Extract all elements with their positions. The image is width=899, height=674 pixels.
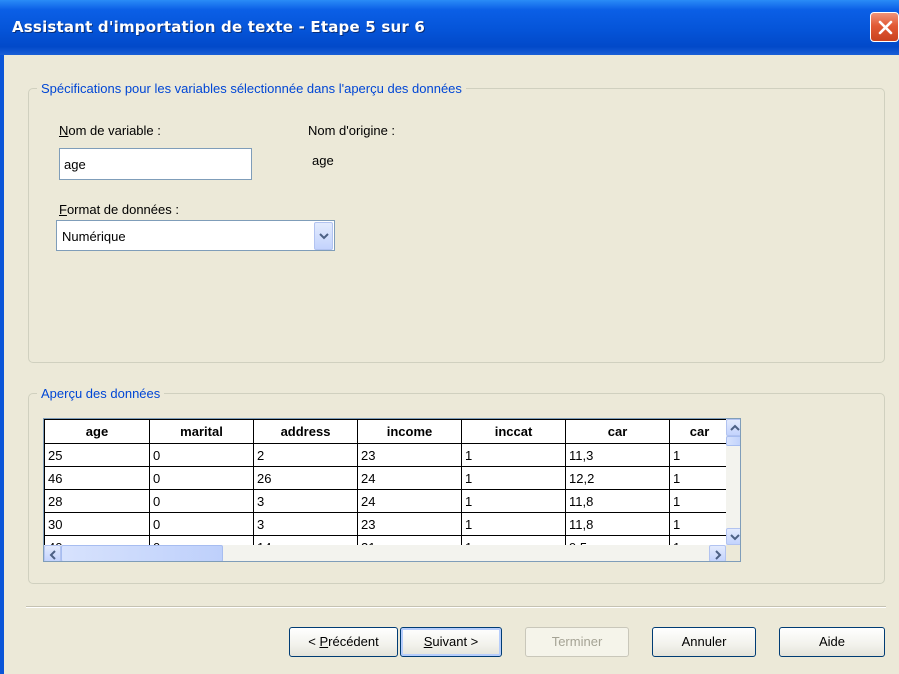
scroll-down-button[interactable] bbox=[726, 528, 740, 545]
table-cell[interactable]: 1 bbox=[461, 466, 566, 490]
table-row: 46 0 26 24 1 12,2 1 bbox=[44, 466, 730, 490]
table-cell[interactable]: 0 bbox=[149, 466, 254, 490]
orig-name-label: Nom d'origine : bbox=[308, 123, 396, 138]
orig-name-value: age bbox=[312, 153, 334, 168]
var-name-label: Nom de variable : bbox=[59, 123, 161, 138]
var-name-label-text: om de variable : bbox=[68, 123, 161, 138]
preview-group-legend: Aperçu des données bbox=[37, 386, 165, 401]
table-cell[interactable]: 12,2 bbox=[565, 466, 670, 490]
table-cell[interactable]: 1 bbox=[669, 466, 730, 490]
table-cell[interactable]: 23 bbox=[357, 443, 462, 467]
format-label-mnemonic: F bbox=[59, 202, 67, 217]
finish-button[interactable]: Terminer bbox=[525, 627, 629, 657]
previous-button[interactable]: < Précédent bbox=[289, 627, 398, 657]
table-cell[interactable]: 2 bbox=[253, 443, 358, 467]
scroll-right-button[interactable] bbox=[709, 545, 726, 561]
vertical-scrollbar[interactable] bbox=[726, 419, 740, 545]
import-wizard-window: Assistant d'importation de texte - Etape… bbox=[0, 0, 899, 674]
scrollbar-corner bbox=[726, 545, 740, 561]
help-button[interactable]: Aide bbox=[779, 627, 885, 657]
previous-label: récédent bbox=[328, 634, 379, 649]
column-header[interactable]: marital bbox=[149, 419, 254, 444]
table-cell[interactable]: 11,8 bbox=[565, 489, 670, 513]
table-cell[interactable]: 30 bbox=[44, 512, 150, 536]
preview-table: age marital address income inccat car ca… bbox=[44, 419, 730, 559]
table-row: 28 0 3 24 1 11,8 1 bbox=[44, 489, 730, 513]
preview-header-row: age marital address income inccat car ca… bbox=[44, 419, 730, 444]
arrow-left-icon bbox=[49, 550, 56, 560]
column-header[interactable]: car bbox=[565, 419, 670, 444]
footer-separator bbox=[26, 606, 886, 608]
close-icon bbox=[878, 20, 893, 35]
column-header[interactable]: age bbox=[44, 419, 150, 444]
vertical-scroll-thumb[interactable] bbox=[726, 436, 740, 446]
dialog-client-area: Spécifications pour les variables sélect… bbox=[4, 55, 899, 674]
table-cell[interactable]: 1 bbox=[669, 512, 730, 536]
close-button[interactable] bbox=[870, 12, 899, 42]
format-select[interactable]: Numérique bbox=[56, 220, 335, 251]
next-label: uivant > bbox=[432, 634, 479, 649]
table-cell[interactable]: 11,3 bbox=[565, 443, 670, 467]
arrow-right-icon bbox=[715, 550, 722, 560]
scroll-up-button[interactable] bbox=[726, 419, 740, 436]
table-cell[interactable]: 1 bbox=[461, 443, 566, 467]
data-preview-grid[interactable]: age marital address income inccat car ca… bbox=[43, 418, 741, 562]
var-name-value: age bbox=[64, 157, 86, 172]
format-dropdown-button[interactable] bbox=[314, 222, 333, 250]
previous-mnemonic: P bbox=[319, 634, 329, 649]
scroll-left-button[interactable] bbox=[44, 545, 61, 561]
table-cell[interactable]: 3 bbox=[253, 512, 358, 536]
next-button[interactable]: Suivant > bbox=[400, 627, 502, 657]
arrow-up-icon bbox=[730, 424, 740, 431]
table-cell[interactable]: 1 bbox=[461, 489, 566, 513]
specs-group-legend: Spécifications pour les variables sélect… bbox=[37, 81, 466, 96]
table-cell[interactable]: 26 bbox=[253, 466, 358, 490]
format-select-value: Numérique bbox=[62, 229, 126, 244]
column-header[interactable]: income bbox=[357, 419, 462, 444]
table-cell[interactable]: 0 bbox=[149, 443, 254, 467]
var-name-input[interactable]: age bbox=[59, 148, 252, 180]
var-name-label-mnemonic: N bbox=[59, 123, 69, 138]
cancel-button[interactable]: Annuler bbox=[652, 627, 756, 657]
table-cell[interactable]: 28 bbox=[44, 489, 150, 513]
format-label-text: ormat de données : bbox=[66, 202, 179, 217]
preview-group: Aperçu des données age marital address i… bbox=[28, 386, 885, 584]
column-header[interactable]: inccat bbox=[461, 419, 566, 444]
table-row: 25 0 2 23 1 11,3 1 bbox=[44, 443, 730, 467]
table-cell[interactable]: 24 bbox=[357, 466, 462, 490]
table-cell[interactable]: 1 bbox=[461, 512, 566, 536]
title-bar[interactable]: Assistant d'importation de texte - Etape… bbox=[0, 0, 899, 55]
arrow-down-icon bbox=[730, 534, 740, 541]
table-cell[interactable]: 3 bbox=[253, 489, 358, 513]
table-cell[interactable]: 23 bbox=[357, 512, 462, 536]
table-cell[interactable]: 24 bbox=[357, 489, 462, 513]
column-header[interactable]: car bbox=[669, 419, 730, 444]
table-cell[interactable]: 25 bbox=[44, 443, 150, 467]
table-cell[interactable]: 1 bbox=[669, 443, 730, 467]
horizontal-scroll-thumb[interactable] bbox=[61, 545, 223, 561]
table-cell[interactable]: 1 bbox=[669, 489, 730, 513]
horizontal-scrollbar[interactable] bbox=[44, 545, 726, 561]
table-cell[interactable]: 46 bbox=[44, 466, 150, 490]
table-row: 30 0 3 23 1 11,8 1 bbox=[44, 512, 730, 536]
window-title: Assistant d'importation de texte - Etape… bbox=[12, 18, 426, 36]
column-header[interactable]: address bbox=[253, 419, 358, 444]
table-cell[interactable]: 11,8 bbox=[565, 512, 670, 536]
chevron-down-icon bbox=[319, 233, 329, 240]
previous-prefix: < bbox=[308, 634, 320, 649]
table-cell[interactable]: 0 bbox=[149, 489, 254, 513]
table-cell[interactable]: 0 bbox=[149, 512, 254, 536]
format-label: Format de données : bbox=[59, 202, 179, 217]
